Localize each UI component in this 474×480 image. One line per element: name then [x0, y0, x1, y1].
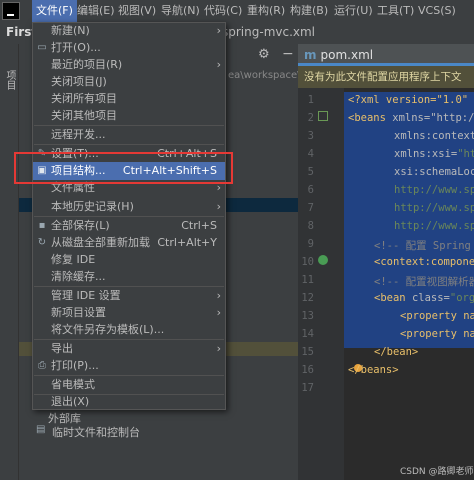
line-number: 6	[307, 184, 314, 196]
tab-spring-mvc[interactable]: spring-mvc.xml	[222, 25, 315, 39]
save-icon: ▪	[38, 220, 46, 231]
tab-pom-xml[interactable]: mpom.xml (FirstMVCDemo)	[298, 44, 474, 84]
menu-file[interactable]: 文件(F)	[32, 0, 77, 22]
menu-item-print[interactable]: ⎙ 打印(P)...	[33, 357, 225, 375]
menu-item-save-all[interactable]: ▪ 全部保存(L) Ctrl+S	[33, 217, 225, 235]
code-line: xmlns:xsi="ht	[394, 148, 474, 160]
menu-item-new[interactable]: 新建(N) ›	[33, 22, 225, 40]
menu-item-clear-cache[interactable]: 清除缓存...	[33, 268, 225, 286]
watermark: CSDN @路卿老师	[400, 467, 474, 477]
menu-item-power-save[interactable]: 省电模式	[33, 376, 225, 394]
menu-run[interactable]: 运行(U)	[330, 0, 377, 22]
chevron-right-icon: ›	[216, 342, 221, 355]
line-number: 7	[307, 202, 314, 214]
menu-view[interactable]: 视图(V)	[114, 0, 160, 22]
menu-refactor[interactable]: 重构(R)	[243, 0, 289, 22]
menu-item-exit[interactable]: 退出(X)	[33, 395, 225, 409]
path-fragment: ea\workspace\	[228, 70, 301, 81]
project-tool-button[interactable]: 项目	[1, 70, 17, 90]
fold-icon[interactable]	[318, 111, 328, 121]
tool-window-strip	[0, 44, 19, 480]
code-line: http://www.sp	[394, 202, 474, 214]
line-number: 2	[307, 112, 314, 124]
minimize-icon[interactable]: −	[282, 46, 294, 62]
code-line: </bean>	[374, 346, 419, 358]
menu-build[interactable]: 构建(B)	[286, 0, 332, 22]
code-line: xsi:schemaLoc	[394, 166, 474, 178]
line-number: 9	[307, 238, 314, 250]
code-line: <context:componen	[374, 256, 474, 268]
line-number: 8	[307, 220, 314, 232]
chevron-right-icon: ›	[216, 200, 221, 213]
chevron-right-icon: ›	[216, 289, 221, 302]
spring-bean-icon[interactable]	[318, 255, 328, 265]
line-number: 13	[301, 310, 314, 322]
menu-item-local-history[interactable]: 本地历史记录(H) ›	[33, 198, 225, 216]
line-number: 17	[301, 382, 314, 394]
refresh-icon: ↻	[37, 237, 47, 248]
context-banner: 没有为此文件配置应用程序上下文	[298, 66, 474, 88]
app-logo-icon	[2, 2, 20, 20]
annotation-red-box	[14, 152, 233, 184]
maven-icon: m	[304, 48, 317, 62]
line-number: 12	[301, 292, 314, 304]
chevron-right-icon: ›	[216, 58, 221, 71]
chevron-right-icon: ›	[216, 24, 221, 37]
menu-item-repair-ide[interactable]: 修复 IDE	[33, 251, 225, 269]
line-number: 11	[301, 274, 314, 286]
gear-icon[interactable]: ⚙	[258, 47, 270, 62]
line-number: 1	[307, 94, 314, 106]
menu-item-open[interactable]: ▭ 打开(O)...	[33, 39, 225, 57]
line-number: 15	[301, 346, 314, 358]
code-line: </beans>	[348, 364, 399, 376]
menu-item-close-all[interactable]: 关闭所有项目	[33, 90, 225, 108]
line-number: 5	[307, 166, 314, 178]
menu-code[interactable]: 代码(C)	[200, 0, 246, 22]
menu-vcs[interactable]: VCS(S)	[414, 0, 460, 22]
folder-icon: ▭	[37, 42, 47, 53]
menu-item-recent-projects[interactable]: 最近的项目(R) ›	[33, 56, 225, 74]
menu-item-save-as-template[interactable]: 将文件另存为模板(L)...	[33, 321, 225, 339]
menu-item-reload-disk[interactable]: ↻ 从磁盘全部重新加载 Ctrl+Alt+Y	[33, 234, 225, 252]
menu-item-new-project-settings[interactable]: 新项目设置 ›	[33, 304, 225, 322]
menu-tools[interactable]: 工具(T)	[373, 0, 418, 22]
code-line: http://www.sp	[394, 184, 474, 196]
tree-scratches[interactable]: 临时文件和控制台	[52, 424, 140, 440]
menu-item-close-others[interactable]: 关闭其他项目	[33, 107, 225, 125]
menu-edit[interactable]: 编辑(E)	[73, 0, 119, 22]
code-line: <property na	[400, 328, 474, 340]
code-line: <!-- 配置 Spring	[374, 240, 471, 252]
code-line: <!-- 配置视图解析器	[374, 276, 474, 288]
chevron-right-icon: ›	[216, 306, 221, 319]
code-line: <bean class="org	[374, 292, 474, 304]
line-number: 16	[301, 364, 314, 376]
line-number: 3	[307, 130, 314, 142]
menu-navigate[interactable]: 导航(N)	[157, 0, 204, 22]
menu-item-close-project[interactable]: 关闭项目(J)	[33, 73, 225, 91]
line-number: 14	[301, 328, 314, 340]
menu-item-remote-dev[interactable]: 远程开发...	[33, 126, 225, 144]
code-line: http://www.sp	[394, 220, 474, 232]
code-line: <beans xmlns="http://	[348, 112, 474, 124]
menu-item-manage-ide[interactable]: 管理 IDE 设置 ›	[33, 287, 225, 305]
printer-icon: ⎙	[38, 360, 46, 371]
line-number: 4	[307, 148, 314, 160]
scratch-icon: ▤	[36, 424, 46, 435]
code-line: <property na	[400, 310, 474, 322]
menu-item-export[interactable]: 导出 ›	[33, 340, 225, 358]
line-number: 10	[301, 256, 314, 268]
code-line: xmlns:context	[394, 130, 474, 142]
code-line: <?xml version="1.0"	[348, 94, 469, 106]
